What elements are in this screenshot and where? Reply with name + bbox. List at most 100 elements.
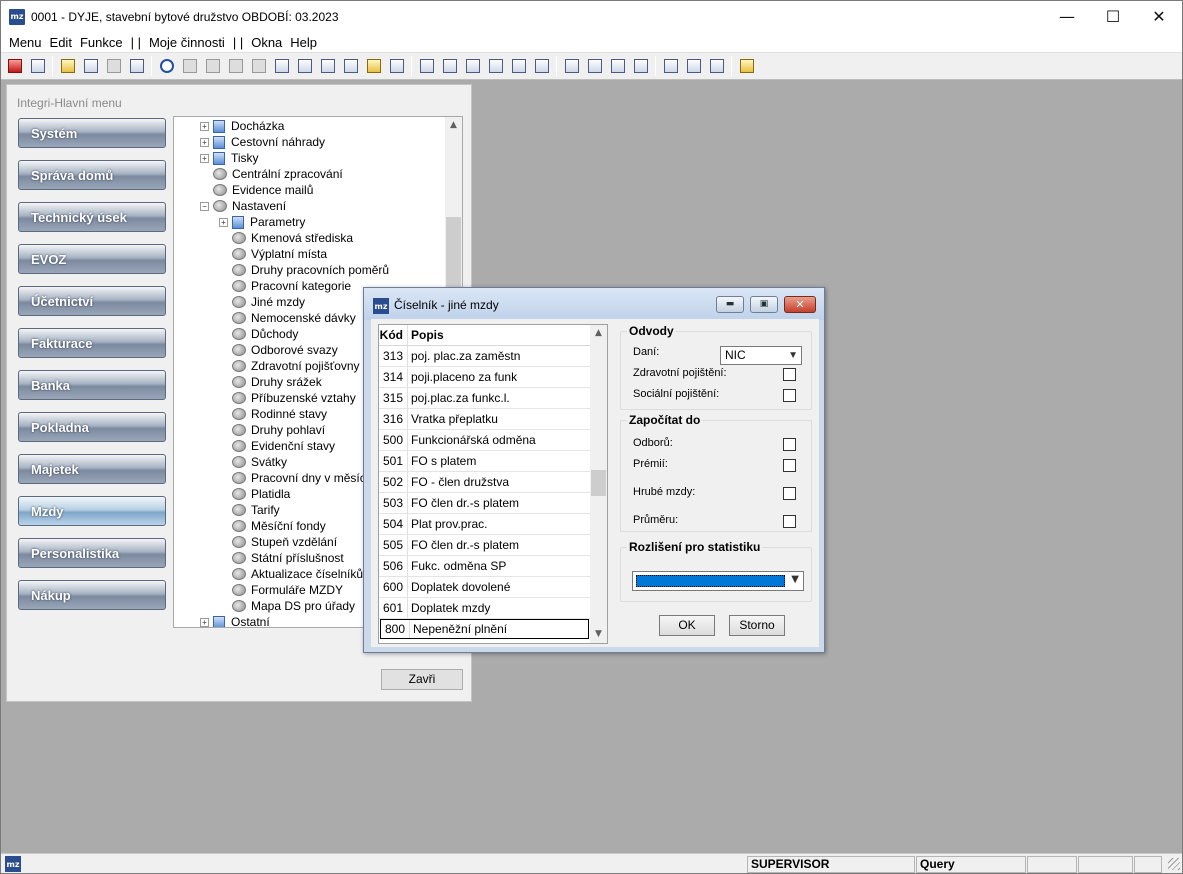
table-row[interactable]: 505 FO člen dr.-s platem <box>379 535 590 556</box>
close-menu-button[interactable]: Zavři <box>381 669 463 690</box>
menu-edit[interactable]: Edit <box>46 35 76 50</box>
expand-icon[interactable]: + <box>200 153 209 163</box>
resize-grip-icon[interactable] <box>1168 858 1180 870</box>
tree-item[interactable]: Kmenová střediska <box>219 230 353 246</box>
tree-item[interactable]: Příbuzenské vztahy <box>219 390 356 406</box>
odboru-checkbox[interactable] <box>783 438 796 451</box>
menu-menu[interactable]: Menu <box>1 35 46 50</box>
tree-item[interactable]: + Ostatní <box>200 614 270 627</box>
tag-icon[interactable] <box>363 56 384 76</box>
scroll-up-icon[interactable]: ▲ <box>445 117 462 134</box>
tree-item[interactable]: Výplatní místa <box>219 246 327 262</box>
zdrav-checkbox[interactable] <box>783 368 796 381</box>
list-icon[interactable] <box>126 56 147 76</box>
delete-record-icon[interactable] <box>103 56 124 76</box>
nav-evoz[interactable]: EVOZ <box>18 244 166 274</box>
tree-item[interactable]: Jiné mzdy <box>219 294 305 310</box>
undo-icon[interactable] <box>156 56 177 76</box>
tree-item[interactable]: + Docházka <box>200 118 284 134</box>
tree-item[interactable]: Formuláře MZDY <box>219 582 343 598</box>
column-code-header[interactable]: Kód <box>379 325 408 345</box>
expand-icon[interactable]: + <box>200 137 209 147</box>
hrube-checkbox[interactable] <box>783 487 796 500</box>
expand-icon[interactable]: + <box>200 617 209 627</box>
export-icon[interactable] <box>630 56 651 76</box>
tree-item[interactable]: Tarify <box>219 502 280 518</box>
nav-ucetnictvi[interactable]: Účetnictví <box>18 286 166 316</box>
help-icon[interactable] <box>736 56 757 76</box>
table-row[interactable]: 501 FO s platem <box>379 451 590 472</box>
nav-system[interactable]: Systém <box>18 118 166 148</box>
expand-icon[interactable]: + <box>219 217 228 227</box>
tree-item[interactable]: + Parametry <box>219 214 305 230</box>
table-row[interactable]: 504 Plat prov.prac. <box>379 514 590 535</box>
list-scrollbar[interactable]: ▲ ▼ <box>590 325 607 643</box>
tree-item[interactable]: Druhy srážek <box>219 374 322 390</box>
home-icon[interactable] <box>607 56 628 76</box>
tree-item[interactable]: Nemocenské dávky <box>219 310 356 326</box>
nav-pokladna[interactable]: Pokladna <box>18 412 166 442</box>
report-icon[interactable] <box>416 56 437 76</box>
report-list-icon[interactable] <box>462 56 483 76</box>
tree-item[interactable]: Aktualizace číselníků <box>219 566 363 582</box>
new-record-icon[interactable] <box>57 56 78 76</box>
nav-personalistika[interactable]: Personalistika <box>18 538 166 568</box>
tree-item[interactable]: Druhy pohlaví <box>219 422 325 438</box>
list-scroll-thumb[interactable] <box>591 470 606 496</box>
dialog-restore-icon[interactable]: ▣ <box>750 296 778 313</box>
soc-checkbox[interactable] <box>783 389 796 402</box>
table-row[interactable]: 313 poj. plac.za zaměstn <box>379 346 590 367</box>
nav-mzdy[interactable]: Mzdy <box>18 496 166 526</box>
close-window-button[interactable]: ✕ <box>1136 1 1182 32</box>
first-record-icon[interactable] <box>294 56 315 76</box>
report-detail-icon[interactable] <box>439 56 460 76</box>
tree-item[interactable]: Svátky <box>219 454 287 470</box>
tree-item[interactable]: Centrální zpracování <box>200 166 343 182</box>
database-icon[interactable] <box>660 56 681 76</box>
tree-item[interactable]: Mapa DS pro úřady <box>219 598 355 614</box>
tree-item[interactable]: Odborové svazy <box>219 342 338 358</box>
table-row[interactable]: 601 Doplatek mzdy <box>379 598 590 619</box>
nav-majetek[interactable]: Majetek <box>18 454 166 484</box>
menu-help[interactable]: Help <box>286 35 321 50</box>
table-row[interactable]: 316 Vratka přeplatku <box>379 409 590 430</box>
nav-nakup[interactable]: Nákup <box>18 580 166 610</box>
exit-icon[interactable] <box>4 56 25 76</box>
next-record-icon[interactable] <box>340 56 361 76</box>
settings-icon[interactable] <box>706 56 727 76</box>
tree-item[interactable]: Platidla <box>219 486 290 502</box>
tree-icon[interactable] <box>683 56 704 76</box>
tree-item[interactable]: Důchody <box>219 326 298 342</box>
tree-item[interactable]: Pracovní kategorie <box>219 278 351 294</box>
table-row[interactable]: 500 Funkcionářská odměna <box>379 430 590 451</box>
maximize-button[interactable]: ☐ <box>1090 1 1136 32</box>
menu-funkce[interactable]: Funkce <box>76 35 127 50</box>
filter-icon[interactable] <box>485 56 506 76</box>
minimize-button[interactable]: — <box>1044 1 1090 32</box>
print-icon[interactable] <box>531 56 552 76</box>
tree-item[interactable]: Stupeň vzdělání <box>219 534 337 550</box>
tree-item[interactable]: − Nastavení <box>200 198 286 214</box>
nav-banka[interactable]: Banka <box>18 370 166 400</box>
column-desc-header[interactable]: Popis <box>408 328 444 342</box>
scroll-down-icon[interactable]: ▼ <box>590 626 607 643</box>
tree-item[interactable]: Měsíční fondy <box>219 518 326 534</box>
filter-edit-icon[interactable] <box>508 56 529 76</box>
menu-moje-cinnosti[interactable]: Moje činnosti <box>145 35 229 50</box>
tree-item[interactable]: Zdravotní pojišťovny <box>219 358 360 374</box>
edit-record-icon[interactable] <box>80 56 101 76</box>
tree-item[interactable]: + Cestovní náhrady <box>200 134 325 150</box>
nav-fakturace[interactable]: Fakturace <box>18 328 166 358</box>
sort-icon[interactable] <box>386 56 407 76</box>
unlock-icon[interactable] <box>561 56 582 76</box>
table-row[interactable]: 315 poj.plac.za funkc.l. <box>379 388 590 409</box>
premii-checkbox[interactable] <box>783 459 796 472</box>
menu-okna[interactable]: Okna <box>247 35 286 50</box>
dan-select[interactable]: NIC ▼ <box>720 346 802 365</box>
table-row[interactable]: 800 Nepeněžní plnění <box>380 619 589 639</box>
table-row[interactable]: 506 Fukc. odměna SP <box>379 556 590 577</box>
form-view-icon[interactable] <box>27 56 48 76</box>
table-row[interactable]: 503 FO člen dr.-s platem <box>379 493 590 514</box>
calculator-icon[interactable] <box>584 56 605 76</box>
ok-button[interactable]: OK <box>659 615 715 636</box>
